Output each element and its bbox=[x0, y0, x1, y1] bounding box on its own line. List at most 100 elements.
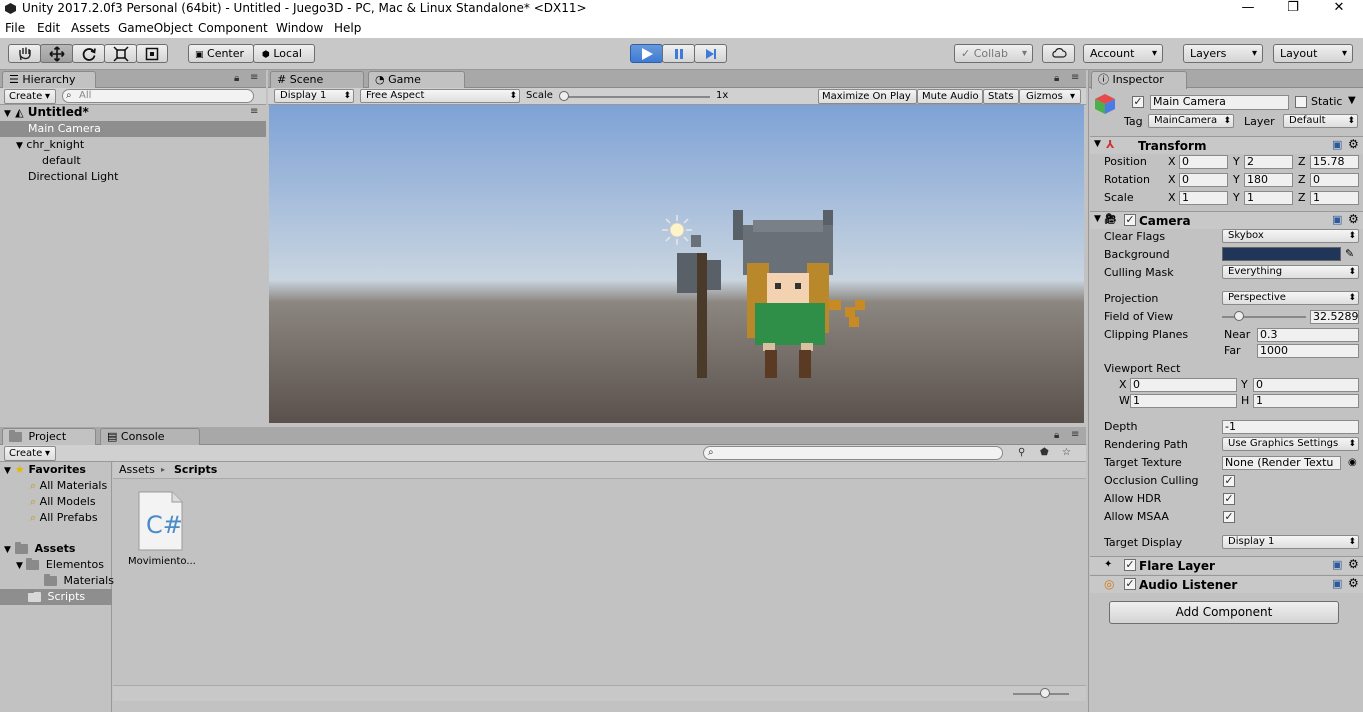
flare-enabled-checkbox[interactable]: ✓ bbox=[1124, 559, 1136, 571]
game-viewport[interactable] bbox=[269, 105, 1084, 423]
icon-size-slider-thumb[interactable] bbox=[1040, 688, 1050, 698]
maximize-button[interactable]: ❐ bbox=[1270, 0, 1316, 18]
rotation-x-field[interactable]: 0 bbox=[1179, 173, 1228, 187]
filter-label-icon[interactable]: ⬟ bbox=[1040, 447, 1049, 458]
help-book-icon[interactable]: ▣ bbox=[1332, 577, 1342, 590]
tab-inspector[interactable]: ⓘ Inspector bbox=[1091, 71, 1187, 89]
depth-field[interactable]: -1 bbox=[1222, 420, 1359, 434]
scene-menu-icon[interactable]: ≡ bbox=[250, 106, 258, 117]
scale-y-field[interactable]: 1 bbox=[1244, 191, 1293, 205]
hierarchy-item-main-camera[interactable]: Main Camera bbox=[0, 121, 266, 137]
tab-scene[interactable]: # Scene bbox=[270, 71, 364, 88]
flare-layer-header[interactable]: ✦ ✓ Flare Layer ▣ ⚙ bbox=[1090, 556, 1363, 574]
menu-window[interactable]: Window bbox=[276, 21, 323, 35]
far-field[interactable]: 1000 bbox=[1257, 344, 1359, 358]
asset-tile[interactable]: C# Movimiento... bbox=[126, 489, 196, 569]
settings-gear-icon[interactable]: ⚙ bbox=[1348, 212, 1359, 226]
audio-enabled-checkbox[interactable]: ✓ bbox=[1124, 578, 1136, 590]
hierarchy-create-dropdown[interactable]: Create bbox=[4, 89, 56, 104]
tab-hierarchy[interactable]: ☰ Hierarchy bbox=[2, 71, 96, 89]
fov-slider-thumb[interactable] bbox=[1234, 311, 1244, 321]
favorite-star-icon[interactable]: ☆ bbox=[1062, 447, 1071, 458]
layout-dropdown[interactable]: Layout bbox=[1273, 44, 1353, 63]
rotation-y-field[interactable]: 180 bbox=[1244, 173, 1293, 187]
breadcrumb-scripts[interactable]: Scripts bbox=[174, 463, 217, 477]
eyedropper-icon[interactable]: ✎ bbox=[1345, 247, 1354, 261]
panel-menu-icon[interactable]: ≡ bbox=[1071, 72, 1079, 83]
mute-audio-toggle[interactable]: Mute Audio bbox=[917, 89, 983, 104]
favorite-all-prefabs[interactable]: ⌕ All Prefabs bbox=[0, 510, 112, 526]
lock-icon[interactable]: 🔒︎ bbox=[1054, 73, 1059, 84]
folder-scripts[interactable]: Scripts bbox=[0, 589, 112, 605]
folder-materials[interactable]: Materials bbox=[0, 573, 114, 589]
transform-header[interactable]: ▼ ⅄ Transform ▣ ⚙ bbox=[1090, 136, 1363, 154]
scale-slider-track[interactable] bbox=[560, 96, 710, 98]
tab-project[interactable]: Project bbox=[2, 428, 96, 446]
help-book-icon[interactable]: ▣ bbox=[1332, 138, 1342, 151]
maximize-on-play-toggle[interactable]: Maximize On Play bbox=[818, 89, 917, 104]
cloud-button[interactable] bbox=[1042, 44, 1075, 63]
projection-dropdown[interactable]: Perspective bbox=[1222, 291, 1359, 305]
scale-z-field[interactable]: 1 bbox=[1310, 191, 1359, 205]
help-book-icon[interactable]: ▣ bbox=[1332, 558, 1342, 571]
fov-field[interactable]: 32.5289 bbox=[1310, 310, 1359, 324]
menu-help[interactable]: Help bbox=[334, 21, 361, 35]
target-texture-field[interactable]: None (Render Textu bbox=[1222, 456, 1341, 470]
near-field[interactable]: 0.3 bbox=[1257, 328, 1359, 342]
camera-enabled-checkbox[interactable]: ✓ bbox=[1124, 214, 1136, 226]
lock-icon[interactable]: 🔒︎ bbox=[234, 73, 239, 84]
move-tool-button[interactable] bbox=[40, 44, 73, 63]
allow-msaa-checkbox[interactable]: ✓ bbox=[1223, 511, 1235, 523]
target-display-dropdown[interactable]: Display 1 bbox=[1222, 535, 1359, 549]
aspect-dropdown[interactable]: Free Aspect bbox=[360, 89, 520, 103]
step-button[interactable] bbox=[694, 44, 727, 63]
hierarchy-search-input[interactable]: All bbox=[62, 89, 254, 103]
culling-mask-dropdown[interactable]: Everything bbox=[1222, 265, 1359, 279]
menu-gameobject[interactable]: GameObject bbox=[118, 21, 193, 35]
tag-dropdown[interactable]: MainCamera bbox=[1148, 114, 1234, 128]
assets-root[interactable]: ▼ Assets bbox=[0, 541, 112, 557]
minimize-button[interactable]: — bbox=[1225, 0, 1271, 18]
help-book-icon[interactable]: ▣ bbox=[1332, 213, 1342, 226]
tab-game[interactable]: ◔ Game bbox=[368, 71, 465, 89]
rendering-path-dropdown[interactable]: Use Graphics Settings bbox=[1222, 437, 1359, 451]
add-component-button[interactable]: Add Component bbox=[1109, 601, 1339, 624]
hierarchy-item-directional-light[interactable]: Directional Light bbox=[0, 169, 266, 185]
scale-slider-thumb[interactable] bbox=[559, 91, 569, 101]
stats-toggle[interactable]: Stats bbox=[983, 89, 1019, 104]
hierarchy-item-chr-knight[interactable]: ▼ chr_knight bbox=[0, 137, 266, 153]
tab-console[interactable]: ▤ Console bbox=[100, 428, 200, 445]
pivot-toggle[interactable]: ▣ Center bbox=[188, 44, 254, 63]
position-z-field[interactable]: 15.78 bbox=[1310, 155, 1359, 169]
menu-edit[interactable]: Edit bbox=[37, 21, 60, 35]
settings-gear-icon[interactable]: ⚙ bbox=[1348, 557, 1359, 571]
favorite-all-models[interactable]: ⌕ All Models bbox=[0, 494, 112, 510]
camera-header[interactable]: ▼ 🎥︎ ✓ Camera ▣ ⚙ bbox=[1090, 211, 1363, 229]
viewport-y-field[interactable]: 0 bbox=[1253, 378, 1359, 392]
viewport-h-field[interactable]: 1 bbox=[1253, 394, 1359, 408]
favorites-root[interactable]: ▼ ★ Favorites bbox=[0, 462, 112, 478]
menu-component[interactable]: Component bbox=[198, 21, 268, 35]
project-create-dropdown[interactable]: Create bbox=[4, 446, 56, 461]
static-checkbox[interactable] bbox=[1295, 96, 1307, 108]
menu-file[interactable]: File bbox=[5, 21, 25, 35]
scale-x-field[interactable]: 1 bbox=[1179, 191, 1228, 205]
breadcrumb-assets[interactable]: Assets bbox=[119, 463, 155, 477]
menu-assets[interactable]: Assets bbox=[71, 21, 110, 35]
lock-icon[interactable]: 🔒︎ bbox=[1054, 430, 1059, 441]
rotate-tool-button[interactable] bbox=[72, 44, 105, 63]
space-toggle[interactable]: ⬢ Local bbox=[253, 44, 315, 63]
settings-gear-icon[interactable]: ⚙ bbox=[1348, 137, 1359, 151]
audio-listener-header[interactable]: ◎ ✓ Audio Listener ▣ ⚙ bbox=[1090, 575, 1363, 593]
filter-type-icon[interactable]: ⚲ bbox=[1018, 447, 1025, 458]
background-color-swatch[interactable] bbox=[1222, 247, 1341, 261]
scale-tool-button[interactable] bbox=[104, 44, 137, 63]
display-dropdown[interactable]: Display 1 bbox=[274, 89, 354, 103]
close-button[interactable]: ✕ bbox=[1316, 0, 1362, 18]
hierarchy-item-default[interactable]: default bbox=[0, 153, 266, 169]
rect-tool-button[interactable] bbox=[136, 44, 168, 63]
layer-dropdown[interactable]: Default bbox=[1283, 114, 1358, 128]
panel-menu-icon[interactable]: ≡ bbox=[1071, 429, 1079, 440]
position-y-field[interactable]: 2 bbox=[1244, 155, 1293, 169]
pause-button[interactable] bbox=[662, 44, 695, 63]
